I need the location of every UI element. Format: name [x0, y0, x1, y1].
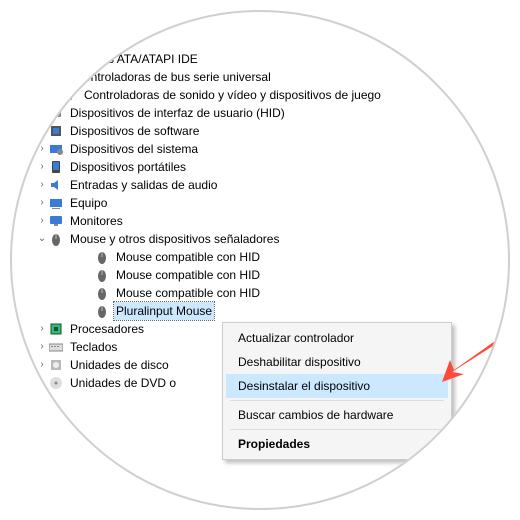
chevron-closed-icon[interactable]	[36, 374, 48, 392]
chevron-closed-icon[interactable]	[36, 356, 48, 374]
tree-node[interactable]: Dispositivos del sistema	[22, 140, 498, 158]
chevron-closed-icon[interactable]	[36, 338, 48, 356]
tree-node-label: Dispositivos del sistema	[68, 140, 200, 158]
cpu-icon	[48, 321, 64, 337]
chevron-closed-icon[interactable]	[36, 320, 48, 338]
chevron-closed-icon[interactable]	[36, 194, 48, 212]
tree-node-label: Unidades de disco	[68, 356, 171, 374]
tree-node[interactable]: Mouse compatible con HID	[22, 266, 498, 284]
disk-icon	[48, 357, 64, 373]
computer-icon	[48, 195, 64, 211]
chevron-closed-icon[interactable]	[36, 140, 48, 158]
tree-node[interactable]: Entradas y salidas de audio	[22, 176, 498, 194]
tree-node[interactable]: Mouse compatible con HID	[22, 284, 498, 302]
chevron-open-icon[interactable]	[36, 230, 48, 248]
menu-item[interactable]: Deshabilitar dispositivo	[226, 350, 448, 374]
mouse-icon	[94, 303, 110, 319]
tree-node-label: Equipo	[68, 194, 109, 212]
tree-node[interactable]: ontroladoras de bus serie universal	[22, 68, 498, 86]
context-menu: Actualizar controladorDeshabilitar dispo…	[222, 322, 452, 460]
menu-separator	[230, 429, 444, 430]
tree-node-label: ontroladoras de bus serie universal	[82, 68, 273, 86]
tree-node[interactable]: Equipo	[22, 194, 498, 212]
menu-item[interactable]: Propiedades	[226, 432, 448, 456]
mouse-icon	[48, 231, 64, 247]
tree-node-label: Mouse compatible con HID	[114, 266, 262, 284]
tree-node-label: Dispositivos portátiles	[68, 158, 188, 176]
tree-node[interactable]: Pluralinput Mouse	[22, 302, 498, 320]
tree-node-label: Controladoras de sonido y vídeo y dispos…	[82, 86, 383, 104]
tree-node-label: presión	[82, 32, 125, 50]
tree-node-label: Teclados	[68, 338, 119, 356]
tree-node[interactable]: presión	[22, 32, 498, 50]
keyboard-icon	[48, 339, 64, 355]
tree-node-label: Monitores	[68, 212, 125, 230]
chevron-closed-icon[interactable]	[50, 86, 62, 104]
ide-icon	[62, 51, 78, 67]
tree-node[interactable]: Mouse compatible con HID	[22, 248, 498, 266]
portable-icon	[48, 159, 64, 175]
audio-icon	[48, 177, 64, 193]
tree-node-label: Unidades de DVD o	[68, 374, 178, 392]
tree-node-label: Procesadores	[68, 320, 146, 338]
mouse-icon	[94, 267, 110, 283]
chevron-closed-icon[interactable]	[36, 212, 48, 230]
menu-item[interactable]: Actualizar controlador	[226, 326, 448, 350]
menu-item[interactable]: Buscar cambios de hardware	[226, 403, 448, 427]
chevron-closed-icon[interactable]	[50, 68, 62, 86]
tree-node-label: Entradas y salidas de audio	[68, 176, 219, 194]
monitor-icon	[48, 213, 64, 229]
tree-node-label: Dispositivos de interfaz de usuario (HID…	[68, 104, 287, 122]
tree-node[interactable]: Dispositivos de interfaz de usuario (HID…	[22, 104, 498, 122]
system-icon	[48, 141, 64, 157]
tree-node-label: Mouse compatible con HID	[114, 248, 262, 266]
tree-node[interactable]: Monitores	[22, 212, 498, 230]
menu-item[interactable]: Desinstalar el dispositivo	[226, 374, 448, 398]
chevron-closed-icon[interactable]	[36, 104, 48, 122]
usb-icon	[62, 69, 78, 85]
menu-separator	[230, 400, 444, 401]
tree-node-label: doras ATA/ATAPI IDE	[82, 50, 200, 68]
sound-icon	[62, 87, 78, 103]
tree-node-label: Mouse compatible con HID	[114, 284, 262, 302]
hid-icon	[48, 105, 64, 121]
chevron-closed-icon[interactable]	[50, 32, 62, 50]
chevron-closed-icon[interactable]	[36, 176, 48, 194]
tree-node-label: Mouse y otros dispositivos señaladores	[68, 230, 281, 248]
tree-node[interactable]: doras ATA/ATAPI IDE	[22, 50, 498, 68]
tree-node[interactable]: Dispositivos de software	[22, 122, 498, 140]
chevron-closed-icon[interactable]	[36, 122, 48, 140]
chevron-closed-icon[interactable]	[50, 50, 62, 68]
dvd-icon	[48, 375, 64, 391]
tree-node[interactable]: Controladoras de sonido y vídeo y dispos…	[22, 86, 498, 104]
software-icon	[48, 123, 64, 139]
chevron-closed-icon[interactable]	[36, 158, 48, 176]
tree-node-label: Dispositivos de software	[68, 122, 201, 140]
tree-node-label: Pluralinput Mouse	[114, 302, 214, 320]
mouse-icon	[94, 249, 110, 265]
printer-icon	[62, 33, 78, 49]
tree-node[interactable]: Mouse y otros dispositivos señaladores	[22, 230, 498, 248]
mouse-icon	[94, 285, 110, 301]
tree-node[interactable]: Dispositivos portátiles	[22, 158, 498, 176]
